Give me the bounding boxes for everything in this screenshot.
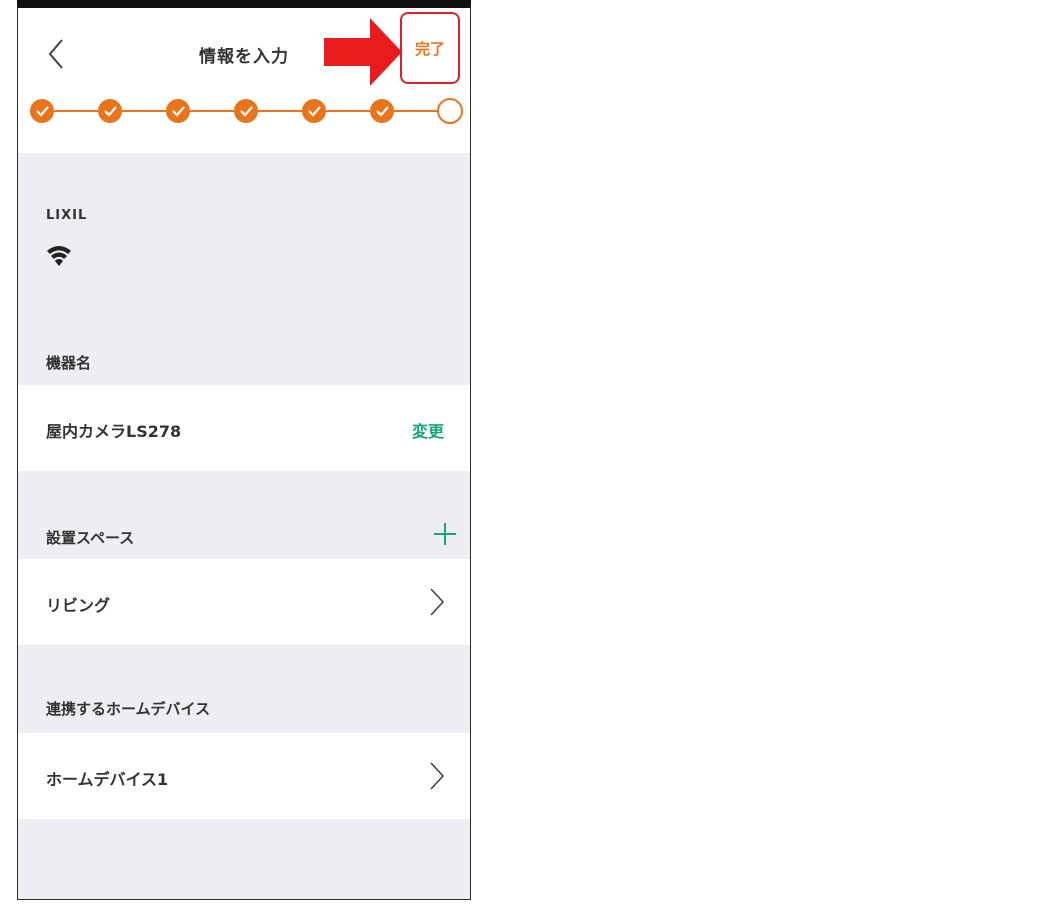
plus-icon[interactable] (432, 521, 458, 547)
step-complete-icon (234, 99, 258, 123)
step-complete-icon (166, 99, 190, 123)
install-space-section-header: 設置スペース (46, 529, 135, 547)
chevron-right-icon (430, 762, 445, 790)
step-complete-icon (98, 99, 122, 123)
step-complete-icon (370, 99, 394, 123)
device-name-section-header: 機器名 (46, 354, 92, 372)
linked-device-value: ホームデバイス1 (46, 770, 169, 789)
chevron-right-icon (430, 588, 445, 616)
phone-screen: 情報を入力 完了 LIXIL 機器名 屋内カメラLS278 変更 設置スペース … (17, 0, 471, 900)
wifi-icon (47, 246, 71, 266)
progress-stepper (30, 98, 463, 124)
linked-device-row[interactable]: ホームデバイス1 (18, 733, 470, 819)
brand-label: LIXIL (46, 208, 88, 223)
install-space-row[interactable]: リビング (18, 559, 470, 645)
done-button[interactable]: 完了 (400, 12, 460, 84)
linked-devices-section-header: 連携するホームデバイス (46, 700, 211, 718)
step-complete-icon (30, 99, 54, 123)
change-name-button[interactable]: 変更 (412, 418, 444, 442)
device-name-row: 屋内カメラLS278 変更 (18, 385, 470, 471)
step-complete-icon (302, 99, 326, 123)
step-current-icon (437, 98, 463, 124)
header: 情報を入力 完了 (18, 8, 470, 153)
device-name-value: 屋内カメラLS278 (46, 422, 182, 441)
annotation-arrow-icon (324, 18, 402, 86)
install-space-value: リビング (46, 596, 111, 615)
